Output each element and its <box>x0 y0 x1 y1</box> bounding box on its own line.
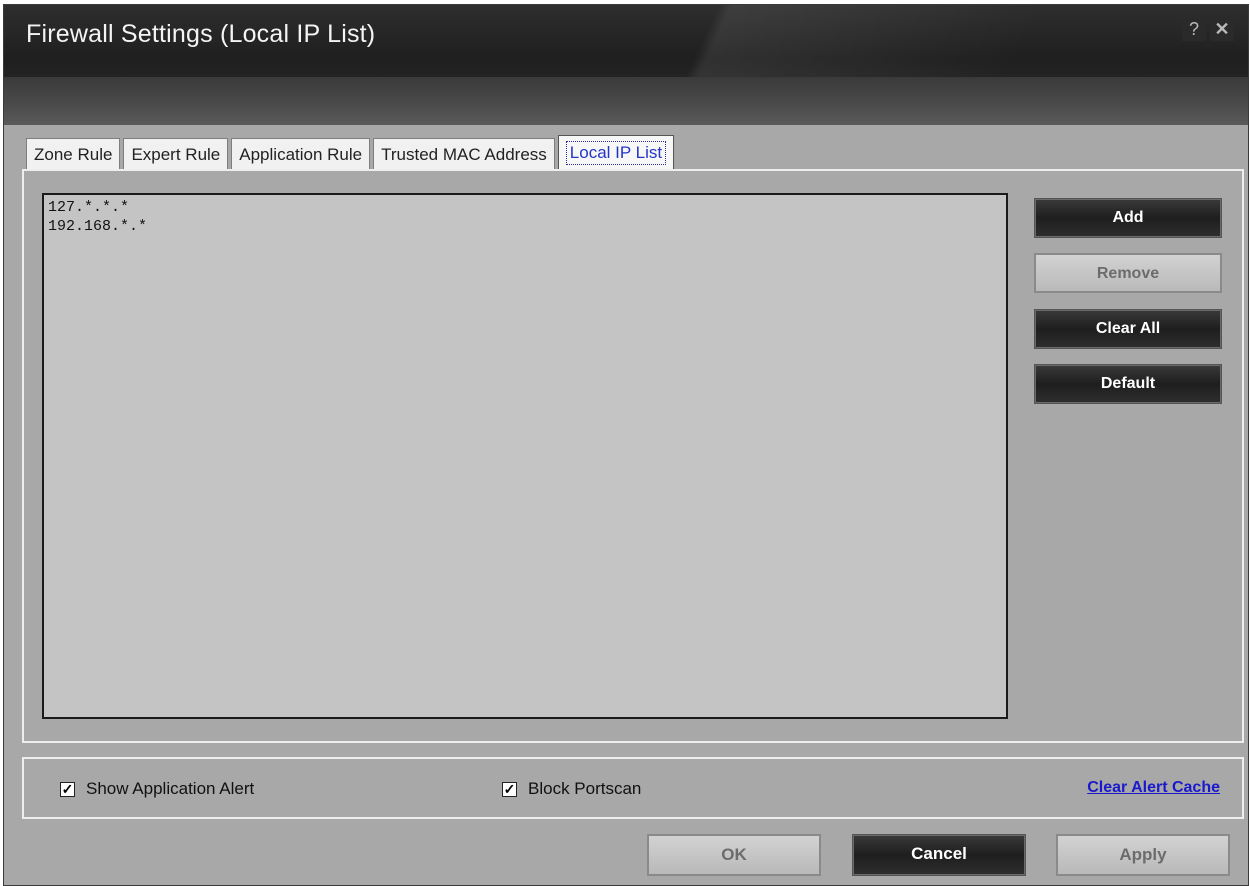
help-icon[interactable]: ? <box>1182 17 1206 41</box>
block-portscan-option[interactable]: ✓ Block Portscan <box>502 779 641 799</box>
tab-bar: Zone Rule Expert Rule Application Rule T… <box>26 135 677 169</box>
show-application-alert-label: Show Application Alert <box>86 779 255 798</box>
list-item[interactable]: 127.*.*.* <box>48 198 1002 217</box>
tab-trusted-mac-address[interactable]: Trusted MAC Address <box>373 138 555 169</box>
tab-local-ip-list-label: Local IP List <box>565 141 667 165</box>
local-ip-listbox[interactable]: 127.*.*.* 192.168.*.* <box>42 193 1008 719</box>
firewall-settings-window: Firewall Settings (Local IP List) ? ✕ Zo… <box>3 4 1249 886</box>
apply-button[interactable]: Apply <box>1056 834 1230 876</box>
clear-all-button[interactable]: Clear All <box>1034 309 1222 349</box>
close-icon[interactable]: ✕ <box>1210 17 1234 41</box>
tab-expert-rule[interactable]: Expert Rule <box>123 138 229 169</box>
clear-alert-cache-link[interactable]: Clear Alert Cache <box>1087 779 1220 797</box>
block-portscan-label: Block Portscan <box>528 779 642 798</box>
tab-zone-rule[interactable]: Zone Rule <box>26 138 121 169</box>
tab-local-ip-list[interactable]: Local IP List <box>557 135 675 169</box>
window-title: Firewall Settings (Local IP List) <box>26 20 376 48</box>
remove-button[interactable]: Remove <box>1034 253 1222 293</box>
title-bar-band <box>4 77 1248 125</box>
tab-application-rule[interactable]: Application Rule <box>231 138 371 169</box>
show-application-alert-option[interactable]: ✓ Show Application Alert <box>60 779 254 799</box>
title-bar: Firewall Settings (Local IP List) ? ✕ <box>4 5 1248 125</box>
show-application-alert-checkbox[interactable]: ✓ <box>60 781 75 797</box>
list-item[interactable]: 192.168.*.* <box>48 217 1002 236</box>
local-ip-list-panel: 127.*.*.* 192.168.*.* Add Remove Clear A… <box>22 169 1244 743</box>
cancel-button[interactable]: Cancel <box>852 834 1026 876</box>
options-bar: ✓ Show Application Alert ✓ Block Portsca… <box>22 757 1244 819</box>
add-button[interactable]: Add <box>1034 198 1222 238</box>
block-portscan-checkbox[interactable]: ✓ <box>502 781 517 797</box>
ok-button[interactable]: OK <box>647 834 821 876</box>
default-button[interactable]: Default <box>1034 364 1222 404</box>
